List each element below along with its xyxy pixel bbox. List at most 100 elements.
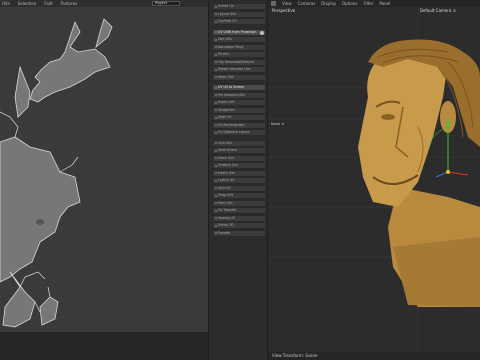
- tool-icon: [214, 149, 217, 152]
- tool-label: Unfold UV: [218, 4, 234, 8]
- vp-menu-panel[interactable]: Panel: [379, 1, 390, 6]
- tool-item[interactable]: Sort UVs: [212, 36, 266, 43]
- panel-icon[interactable]: [271, 1, 276, 6]
- tool-item[interactable]: UV UVW from Projection: [212, 28, 266, 36]
- viewport-mid-label: None ↯: [271, 122, 285, 126]
- uv-editor-panel: UVs Selection Fold Textures Project: [0, 0, 208, 360]
- tool-label: Relax UVs: [218, 74, 234, 79]
- tool-label: Align UV: [218, 115, 232, 119]
- tool-label: Grid UVs: [218, 140, 232, 145]
- viewport-perspective-label: Perspective: [272, 8, 296, 13]
- tool-item[interactable]: UV UV to Screen: [212, 84, 266, 91]
- tool-icon: [214, 76, 217, 78]
- tool-item[interactable]: Snap UVs: [212, 192, 266, 199]
- 3d-viewport[interactable]: View Cameras Display Options Filter Pane…: [268, 0, 480, 360]
- bust-eye: [381, 114, 395, 120]
- tool-icon: [214, 109, 217, 111]
- tool-icon: [214, 179, 217, 182]
- tool-icon: [214, 209, 217, 212]
- tool-label: Normalize Polys: [218, 44, 244, 49]
- tool-item[interactable]: Unfold 3D: [212, 222, 266, 229]
- uv-mark: [36, 219, 44, 225]
- tool-label: UV Optimize Layout: [218, 130, 250, 134]
- vp-menu-options[interactable]: Options: [342, 1, 357, 6]
- tool-label: Pack UVs: [218, 200, 233, 205]
- tool-icon: [214, 187, 217, 189]
- uv-canvas[interactable]: [0, 7, 208, 332]
- tool-item[interactable]: Stack UVs: [212, 154, 266, 162]
- tool-icon: [214, 20, 217, 23]
- tool-item[interactable]: Cut/Sew UV: [212, 18, 266, 25]
- tool-label: Snap UVs: [218, 193, 234, 197]
- vp-menu-display[interactable]: Display: [321, 1, 336, 6]
- tool-item[interactable]: Pin Selected UVs: [212, 91, 266, 99]
- tool-label: Fit UVs: [218, 52, 229, 56]
- uv-menu-selection[interactable]: Selection: [18, 1, 36, 6]
- tool-icon: [214, 202, 217, 204]
- tool-item[interactable]: UV Optimize Layout: [212, 129, 266, 136]
- tool-label: Smooth: [218, 230, 231, 235]
- tool-item[interactable]: Layout UVs: [212, 10, 266, 18]
- tool-item[interactable]: Align UV: [212, 114, 266, 121]
- tool-icon: [214, 5, 217, 8]
- vp-menu-view[interactable]: View: [282, 1, 292, 6]
- tool-icon: [214, 164, 217, 167]
- tool-item[interactable]: Sewing UV: [212, 214, 266, 222]
- tool-label: Sort UVs: [218, 37, 232, 41]
- tool-label: Sewing UV: [218, 215, 236, 220]
- tool-icon: [214, 94, 217, 96]
- vp-menu-cameras[interactable]: Cameras: [298, 1, 316, 6]
- tool-icon: [214, 124, 217, 126]
- tool-label: Cut/Sew UV: [218, 19, 237, 23]
- viewport-statusbar: View Transform: Scene: [268, 352, 480, 360]
- tool-label: Split UV: [218, 185, 231, 190]
- tool-item[interactable]: Shell Orient: [212, 147, 266, 154]
- tool-icon: [214, 31, 217, 33]
- uv-editor-statusbar: [0, 332, 208, 360]
- tool-item[interactable]: Lattice UV: [212, 177, 266, 184]
- tool-item[interactable]: Rotate Selected UVs: [212, 66, 266, 73]
- tool-icon: [214, 142, 217, 144]
- tool-label: Flip Horizontal/Vertical: [218, 59, 254, 64]
- tool-icon: [214, 131, 217, 134]
- tool-item[interactable]: Fit UVs: [212, 51, 266, 58]
- tool-item[interactable]: Straighten: [212, 106, 266, 114]
- vp-menu-filter[interactable]: Filter: [363, 1, 373, 6]
- tool-icon: [214, 46, 217, 48]
- tool-item[interactable]: Split UV: [212, 184, 266, 192]
- tool-label: Rotate Selected UVs: [218, 67, 251, 71]
- tool-label: Shell Orient: [218, 148, 237, 152]
- tool-item[interactable]: Relax UVs: [212, 73, 266, 81]
- tool-item[interactable]: Unfold UV: [212, 3, 266, 10]
- uv-menu-uvs[interactable]: UVs: [2, 1, 10, 6]
- tool-label: UV UVW from Projection: [218, 29, 257, 34]
- tool-icon: [214, 116, 217, 119]
- tool-icon: [214, 13, 217, 15]
- tool-item[interactable]: Unpin UVs: [212, 99, 266, 106]
- tool-icon: [214, 53, 217, 56]
- tool-label: Stack UVs: [218, 155, 235, 160]
- tool-item[interactable]: Match UVs: [212, 169, 266, 177]
- tool-icon: [214, 217, 217, 219]
- view-transform-label: View Transform: Scene: [272, 353, 318, 358]
- tool-item[interactable]: Unstack UVs: [212, 162, 266, 169]
- tool-item[interactable]: UV Transfer: [212, 207, 266, 214]
- tool-icon: [214, 38, 217, 41]
- tool-item[interactable]: Flip Horizontal/Vertical: [212, 58, 266, 66]
- tool-item[interactable]: Grid UVs: [212, 139, 266, 147]
- tool-item[interactable]: Pack UVs: [212, 199, 266, 207]
- tool-label: Unpin UVs: [218, 100, 235, 104]
- uv-mode-select[interactable]: Project: [152, 1, 180, 6]
- viewport-menubar: View Cameras Display Options Filter Pane…: [268, 0, 480, 7]
- tool-item[interactable]: Smooth: [212, 229, 266, 237]
- uv-menu-textures[interactable]: Textures: [60, 1, 77, 6]
- viewport-camera-label[interactable]: Default Camera ⊙: [420, 8, 456, 13]
- tool-label: UV UV to Screen: [218, 85, 245, 89]
- tool-label: UV Rectangulate: [218, 122, 245, 127]
- tool-item[interactable]: UV Rectangulate: [212, 121, 266, 129]
- tool-label: Pin Selected UVs: [218, 92, 245, 97]
- uv-toolkit-panel: Unfold UV Layout UVs Cut/Sew UV UV UVW from…: [208, 0, 268, 360]
- uv-menu-fold[interactable]: Fold: [44, 1, 52, 6]
- viewport-canvas[interactable]: [268, 7, 480, 352]
- tool-item[interactable]: Normalize Polys: [212, 43, 266, 51]
